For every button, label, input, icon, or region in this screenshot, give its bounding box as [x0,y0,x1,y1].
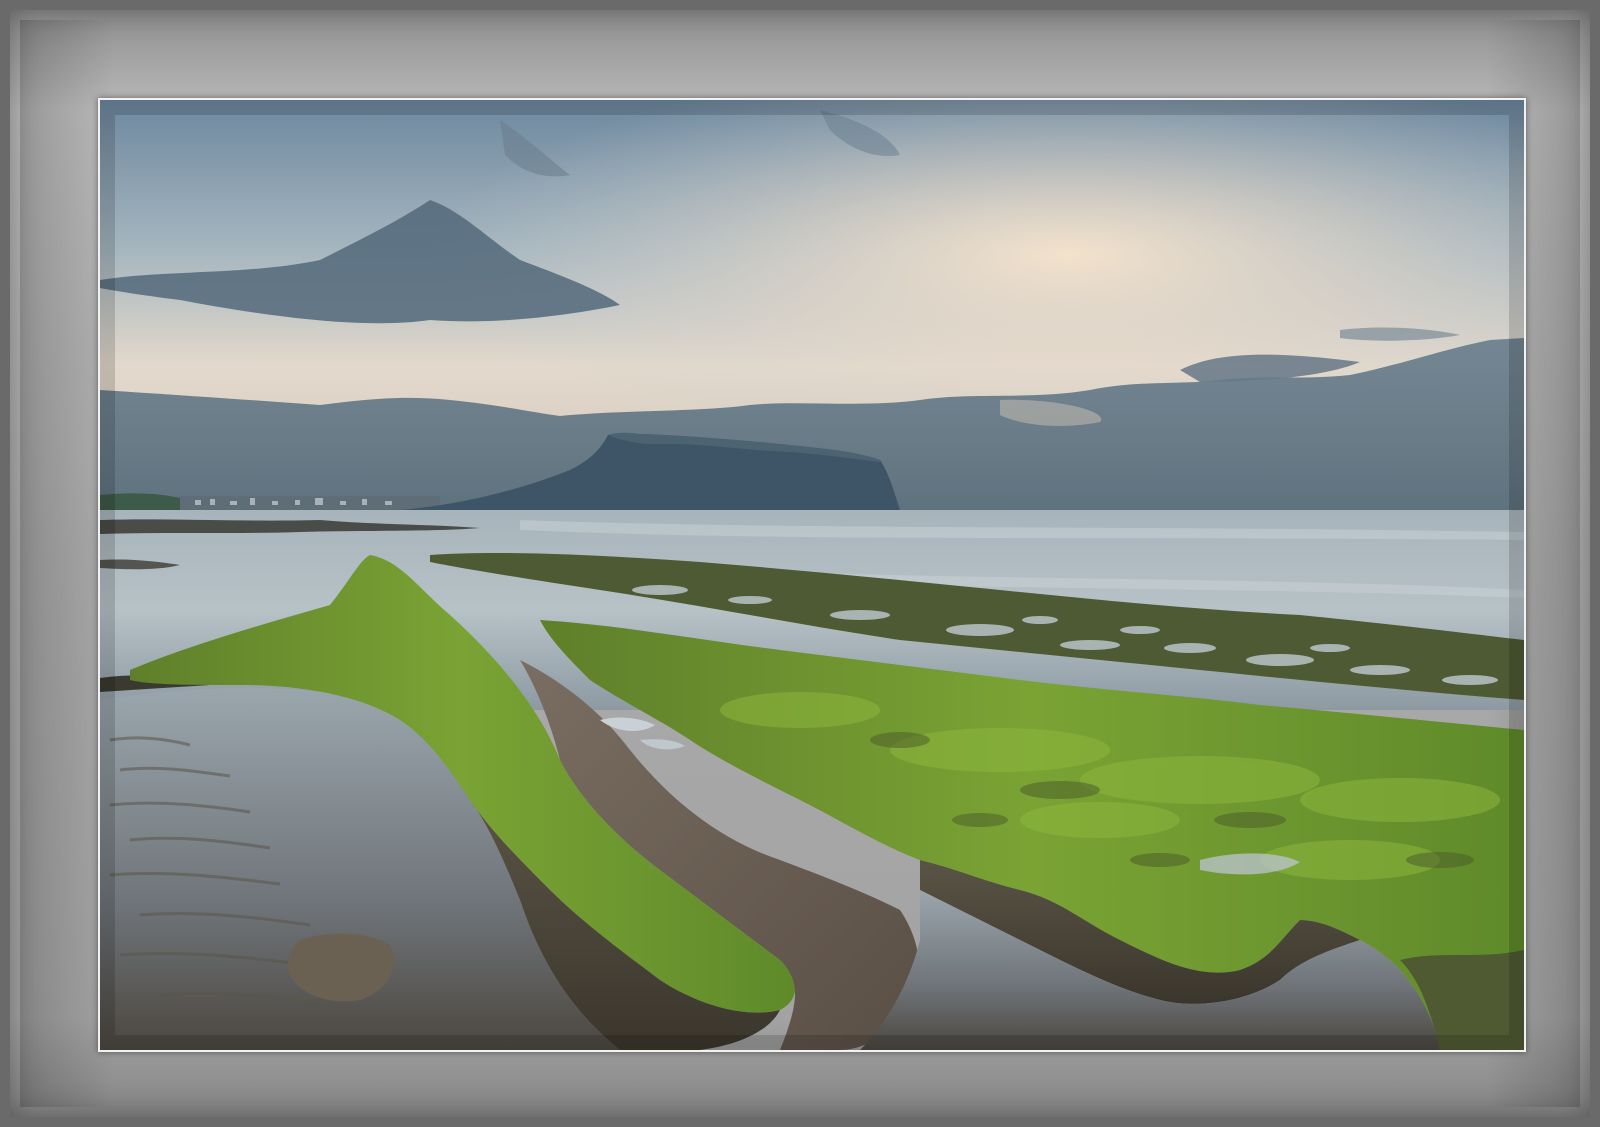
photograph [98,98,1526,1052]
seascape-image [100,100,1524,1050]
picture-frame [0,0,1600,1127]
